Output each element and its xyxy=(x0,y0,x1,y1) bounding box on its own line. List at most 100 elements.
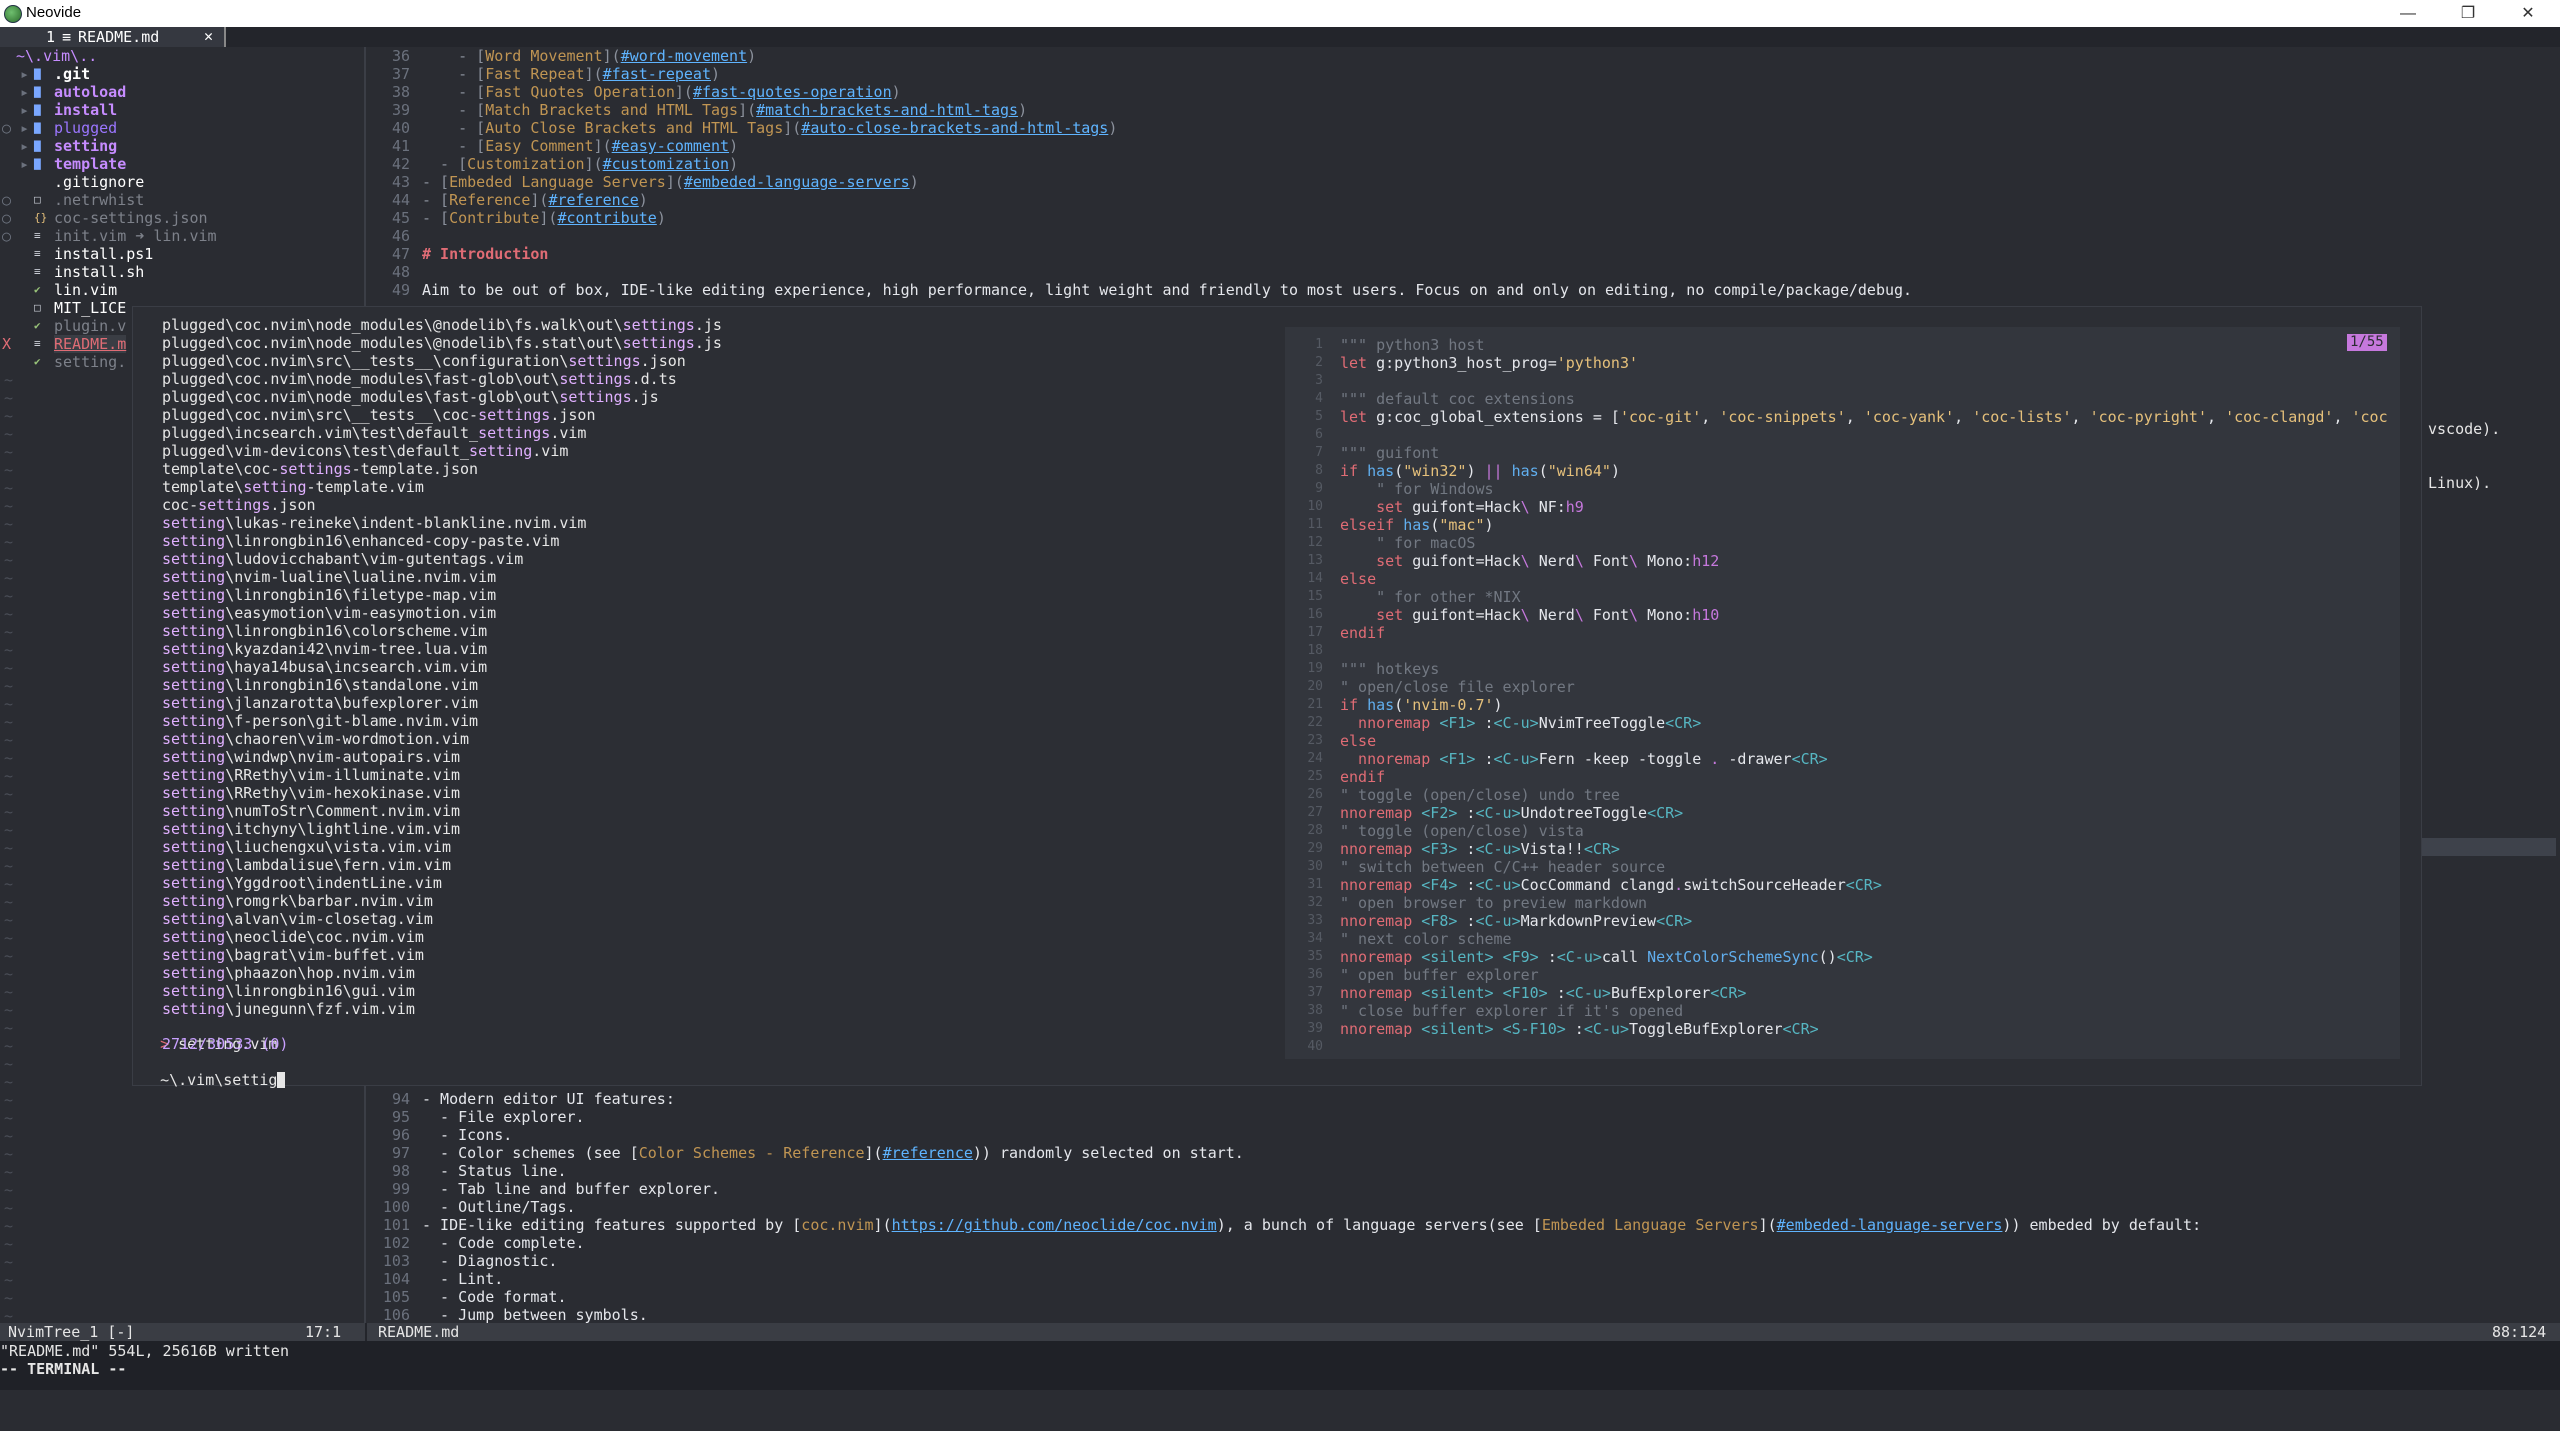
code-token: ( xyxy=(1430,516,1440,534)
result-match: settings xyxy=(559,370,632,388)
code-token: ) xyxy=(1108,119,1118,137)
result-suffix: \lambdalisue\fern.vim.vim xyxy=(225,856,451,874)
fzf-result-row[interactable]: setting\nvim-lualine\lualine.nvim.vim xyxy=(162,568,496,586)
tree-root[interactable]: ~\.vim\.. xyxy=(16,47,97,65)
code-token: has xyxy=(1367,696,1395,714)
command-line[interactable]: "README.md" 554L, 25616B written -- TERM… xyxy=(0,1341,2560,1390)
tree-file-icon: ✔ xyxy=(34,319,41,332)
fzf-result-row[interactable]: setting\easymotion\vim-easymotion.vim xyxy=(162,604,496,622)
restore-button[interactable]: ❐ xyxy=(2440,0,2496,27)
fzf-result-row[interactable]: coc-settings.json xyxy=(162,496,316,514)
fzf-result-row[interactable]: setting\linrongbin16\standalone.vim xyxy=(162,676,478,694)
code-token: #easy-comment xyxy=(611,137,730,155)
empty-line-marker: ~ xyxy=(4,965,14,983)
empty-line-marker: ~ xyxy=(4,1253,14,1271)
fzf-result-row[interactable]: setting\junegunn\fzf.vim.vim xyxy=(162,1000,415,1018)
fzf-result-row[interactable]: setting\alvan\vim-closetag.vim xyxy=(162,910,433,928)
fzf-result-row[interactable]: setting\neoclide\coc.nvim.vim xyxy=(162,928,424,946)
empty-line-marker: ~ xyxy=(4,1181,14,1199)
minimize-button[interactable]: — xyxy=(2380,0,2436,27)
fzf-result-row[interactable]: plugged\coc.nvim\src\__tests__\coc-setti… xyxy=(162,406,595,424)
fzf-result-row[interactable]: setting\jlanzarotta\bufexplorer.vim xyxy=(162,694,478,712)
result-prefix: template\coc- xyxy=(162,460,280,478)
empty-line-marker: ~ xyxy=(4,605,14,623)
fzf-result-row[interactable]: plugged\incsearch.vim\test\default_setti… xyxy=(162,424,586,442)
fzf-result-row[interactable]: plugged\vim-devicons\test\default_settin… xyxy=(162,442,568,460)
code-token: , xyxy=(2071,408,2090,426)
empty-line-marker: ~ xyxy=(4,1001,14,1019)
code-token: : xyxy=(1475,750,1494,768)
fzf-result-row[interactable]: setting\haya14busa\incsearch.vim.vim xyxy=(162,658,487,676)
fzf-result-row[interactable]: setting\linrongbin16\enhanced-copy-paste… xyxy=(162,532,559,550)
fzf-result-row[interactable]: template\coc-settings-template.json xyxy=(162,460,478,478)
code-token: ]( xyxy=(665,173,684,191)
fzf-result-row[interactable]: template\setting-template.vim xyxy=(162,478,424,496)
code-token: #contribute xyxy=(557,209,657,227)
fzf-result-row[interactable]: setting\linrongbin16\filetype-map.vim xyxy=(162,586,496,604)
fzf-result-row[interactable]: setting\RRethy\vim-illuminate.vim xyxy=(162,766,460,784)
code-token: h9 xyxy=(1565,498,1584,516)
code-token: 'coc-clangd' xyxy=(2225,408,2334,426)
fzf-result-row[interactable]: setting\f-person\git-blame.nvim.vim xyxy=(162,712,478,730)
fzf-result-row[interactable]: setting\itchyny\lightline.vim.vim xyxy=(162,820,460,838)
code-token: ) xyxy=(891,83,901,101)
tree-file-icon: ✔ xyxy=(34,283,41,296)
code-token: Color Schemes - Reference xyxy=(638,1144,865,1162)
fzf-result-row[interactable]: plugged\coc.nvim\node_modules\fast-glob\… xyxy=(162,388,659,406)
fzf-result-row[interactable]: plugged\coc.nvim\src\__tests__\configura… xyxy=(162,352,686,370)
fzf-result-row[interactable]: setting\romgrk\barbar.nvim.vim xyxy=(162,892,433,910)
result-match: setting xyxy=(162,784,226,802)
fzf-result-row[interactable]: setting\liuchengxu\vista.vim.vim xyxy=(162,838,451,856)
tree-item-label: setting xyxy=(54,137,118,155)
editor-scrollbar-thumb[interactable] xyxy=(2420,838,2556,856)
fzf-result-row[interactable]: setting\phaazon\hop.nvim.vim xyxy=(162,964,415,982)
code-line: - [Reference](#reference) xyxy=(422,191,648,209)
result-suffix: \ludovicchabant\vim-gutentags.vim xyxy=(225,550,524,568)
tree-item-label: setting. xyxy=(54,353,127,371)
fzf-result-row[interactable]: setting\linrongbin16\colorscheme.vim xyxy=(162,622,487,640)
code-token: "mac" xyxy=(1439,516,1485,534)
preview-line-number: 11 xyxy=(1307,517,1323,532)
fzf-result-row[interactable]: setting\bagrat\vim-buffet.vim xyxy=(162,946,424,964)
code-token: <F9> xyxy=(1502,948,1539,966)
tab-close-icon[interactable]: ✕ xyxy=(204,27,213,45)
fzf-result-row[interactable]: setting\numToStr\Comment.nvim.vim xyxy=(162,802,460,820)
fzf-result-row[interactable]: setting\kyazdani42\nvim-tree.lua.vim xyxy=(162,640,487,658)
fzf-result-row[interactable]: setting\chaoren\vim-wordmotion.vim xyxy=(162,730,469,748)
preview-line-number: 27 xyxy=(1307,805,1323,820)
fzf-result-row[interactable]: setting\linrongbin16\gui.vim xyxy=(162,982,415,1000)
fzf-result-row[interactable]: plugged\coc.nvim\node_modules\fast-glob\… xyxy=(162,370,677,388)
fzf-prompt-input[interactable]: ~\.vim\settig xyxy=(142,1053,286,1089)
tree-marker-icon: ○ xyxy=(2,119,12,137)
result-suffix: \linrongbin16\standalone.vim xyxy=(225,676,479,694)
code-token: - Code complete. xyxy=(422,1234,585,1252)
tab-readme[interactable]: 1 ≡ README.md ✕ xyxy=(0,27,224,47)
code-token: ) xyxy=(656,209,666,227)
fzf-result-row[interactable]: setting\windwp\nvim-autopairs.vim xyxy=(162,748,460,766)
code-token: <C-u> xyxy=(1475,804,1521,822)
preview-line-number: 13 xyxy=(1307,553,1323,568)
fzf-result-row[interactable]: plugged\coc.nvim\node_modules\@nodelib\f… xyxy=(162,316,722,334)
fzf-result-row[interactable]: setting\RRethy\vim-hexokinase.vim xyxy=(162,784,460,802)
code-token: - Modern editor UI features: xyxy=(422,1090,675,1108)
code-token: #reference xyxy=(882,1144,973,1162)
fzf-result-row[interactable]: plugged\coc.nvim\node_modules\@nodelib\f… xyxy=(162,334,722,352)
fzf-result-row[interactable]: setting\ludovicchabant\vim-gutentags.vim xyxy=(162,550,523,568)
code-token: - [ xyxy=(422,101,486,119)
code-token: - Color schemes (see [ xyxy=(422,1144,639,1162)
empty-line-marker: ~ xyxy=(4,749,14,767)
empty-line-marker: ~ xyxy=(4,713,14,731)
code-token: ]( xyxy=(864,1144,883,1162)
close-window-button[interactable]: ✕ xyxy=(2500,0,2556,27)
code-token: <CR> xyxy=(1665,714,1702,732)
fzf-result-row[interactable]: setting\lambdalisue\fern.vim.vim xyxy=(162,856,451,874)
code-token: #customization xyxy=(602,155,730,173)
code-token: nnoremap xyxy=(1340,984,1422,1002)
fzf-result-row[interactable]: setting\lukas-reineke\indent-blankline.n… xyxy=(162,514,586,532)
tree-marker-icon: ○ xyxy=(2,209,12,227)
code-line: # Introduction xyxy=(422,245,548,263)
empty-line-marker: ~ xyxy=(4,497,14,515)
result-suffix: \phaazon\hop.nvim.vim xyxy=(225,964,415,982)
fzf-selected-row[interactable]: > setting.vim xyxy=(142,1017,277,1053)
fzf-result-row[interactable]: setting\Yggdroot\indentLine.vim xyxy=(162,874,442,892)
